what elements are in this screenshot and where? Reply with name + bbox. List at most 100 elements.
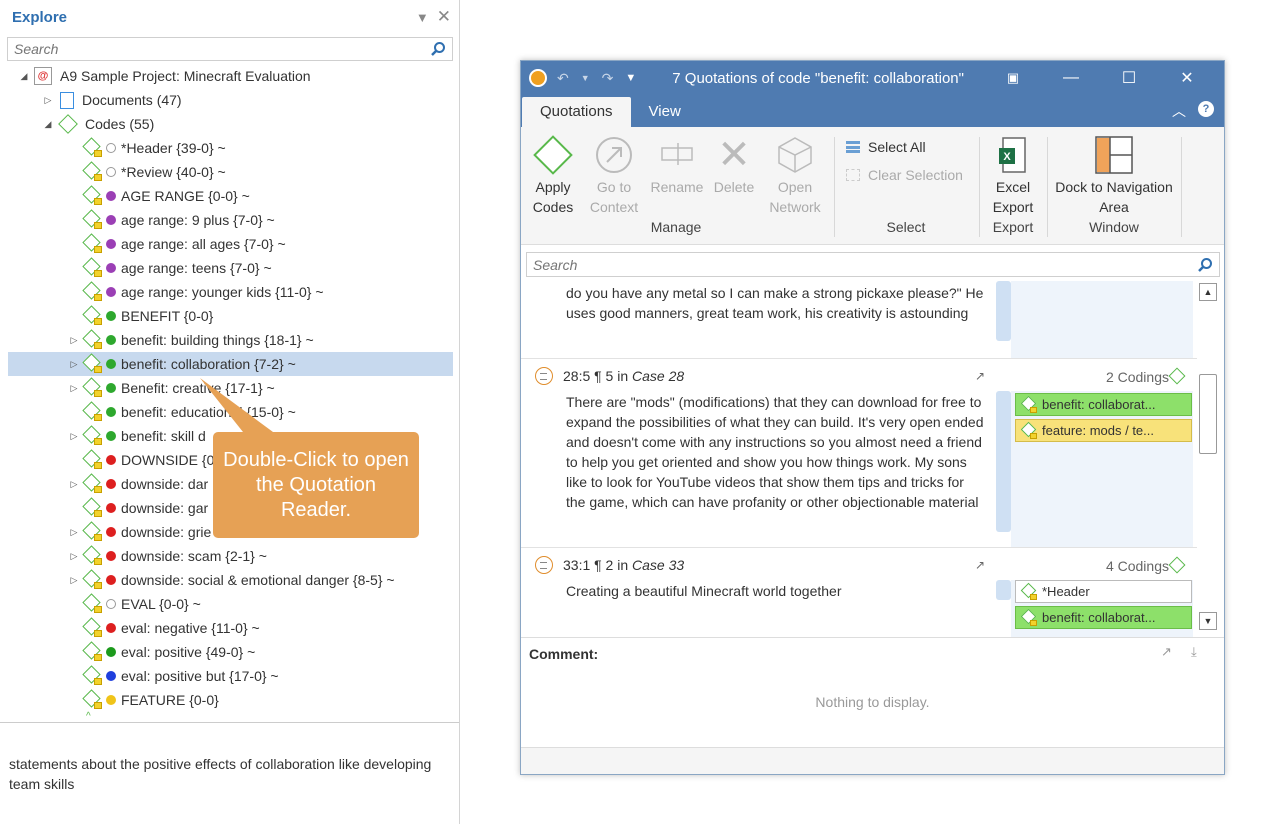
tree-code-item[interactable]: *Review {40-0} ~ [8, 160, 453, 184]
undo-icon[interactable]: ↶ [557, 70, 569, 87]
tree-code-item[interactable]: eval: positive but {17-0} ~ [8, 664, 453, 688]
open-quotation-icon[interactable]: ↗ [975, 369, 985, 383]
tree-code-item[interactable]: ▷ benefit: building things {18-1} ~ [8, 328, 453, 352]
tree-project[interactable]: ◢ @ A9 Sample Project: Minecraft Evaluat… [8, 64, 453, 88]
expand-icon[interactable]: ▷ [68, 359, 80, 370]
export-group-label: Export [992, 219, 1034, 235]
quotation-search-box[interactable] [526, 252, 1220, 277]
tree-code-item[interactable]: eval: positive {49-0} ~ [8, 640, 453, 664]
manage-group-label: Manage [650, 219, 702, 235]
expand-icon[interactable]: ▷ [68, 431, 80, 442]
scroll-up-icon[interactable]: ^ [86, 711, 91, 722]
tree-code-item[interactable]: EVAL {0-0} ~ [8, 592, 453, 616]
tree-code-item[interactable]: ▷ downside: scam {2-1} ~ [8, 544, 453, 568]
dock-button[interactable]: Dock to Navigation Area [1055, 133, 1173, 217]
tree-code-item[interactable]: *Header {39-0} ~ [8, 136, 453, 160]
expand-icon[interactable]: ▷ [68, 527, 80, 538]
tab-view[interactable]: View [631, 97, 699, 127]
tree-code-item[interactable]: age range: teens {7-0} ~ [8, 256, 453, 280]
excel-export-button[interactable]: X Excel Export [987, 133, 1039, 217]
code-color-dot [106, 599, 116, 609]
code-chip[interactable]: *Header [1015, 580, 1192, 603]
code-icon [80, 232, 104, 256]
apply-codes-button[interactable]: Apply Codes [527, 133, 579, 217]
tree-codes[interactable]: ◢ Codes (55) [8, 112, 453, 136]
explore-search-input[interactable] [14, 41, 430, 57]
code-icon [80, 328, 104, 352]
tree-code-item[interactable]: ▷ benefit: collaboration {7-2} ~ [8, 352, 453, 376]
code-icon [80, 544, 104, 568]
code-icon [1020, 394, 1042, 416]
minimize-icon[interactable]: — [1042, 69, 1100, 87]
delete-button[interactable]: ✕ Delete [709, 133, 759, 197]
help-icon[interactable]: ? [1198, 101, 1214, 117]
code-icon [80, 616, 104, 640]
expand-icon[interactable]: ▷ [68, 575, 80, 586]
undo-dropdown-icon[interactable]: ▼ [581, 73, 590, 83]
maximize-icon[interactable]: ☐ [1100, 68, 1158, 88]
scroll-up-icon[interactable]: ▲ [1199, 283, 1217, 301]
search-icon[interactable] [430, 41, 446, 57]
quotation-scrollbar[interactable]: ▲ ▼ [1197, 281, 1219, 637]
search-icon[interactable] [1197, 257, 1213, 273]
code-chip[interactable]: feature: mods / te... [1015, 419, 1192, 442]
collapse-icon[interactable]: ◢ [42, 119, 54, 130]
quotation-card[interactable]: 33:1 ¶ 2 in Case 33 ↗ Creating a beautif… [521, 548, 1197, 637]
tree-code-item[interactable]: BENEFIT {0-0} [8, 304, 453, 328]
save-comment-icon[interactable]: ⤓ [1191, 644, 1207, 660]
expand-icon[interactable]: ▷ [68, 383, 80, 394]
code-color-dot [106, 191, 116, 201]
scroll-down-icon[interactable]: ▼ [1199, 612, 1217, 630]
restore-layout-icon[interactable]: ▣ [984, 70, 1042, 86]
quotation-search-input[interactable] [533, 256, 1197, 273]
tree-code-item[interactable]: FEATURE {0-0} [8, 688, 453, 712]
edit-comment-icon[interactable]: ↗ [1161, 644, 1177, 660]
rename-button[interactable]: Rename [649, 133, 705, 197]
tree-code-item[interactable]: age range: younger kids {11-0} ~ [8, 280, 453, 304]
code-chip[interactable]: benefit: collaborat... [1015, 606, 1192, 629]
tree-code-item[interactable]: AGE RANGE {0-0} ~ [8, 184, 453, 208]
tree-code-item[interactable]: age range: all ages {7-0} ~ [8, 232, 453, 256]
go-to-context-button[interactable]: Go to Context [587, 133, 641, 217]
expand-icon[interactable]: ▷ [68, 479, 80, 490]
tab-quotations[interactable]: Quotations [522, 97, 631, 127]
code-label: *Review {40-0} ~ [121, 164, 226, 180]
expand-icon[interactable]: ▷ [42, 95, 54, 106]
scroll-thumb[interactable] [1199, 374, 1217, 454]
tree-code-item[interactable]: eval: negative {11-0} ~ [8, 616, 453, 640]
redo-icon[interactable]: ↷ [602, 70, 614, 87]
tree-code-item[interactable]: ▷ downside: social & emotional danger {8-… [8, 568, 453, 592]
add-code-icon[interactable] [1168, 367, 1186, 385]
documents-label: Documents (47) [82, 92, 182, 108]
quotation-card[interactable]: 28:5 ¶ 5 in Case 28 ↗ There are "mods" (… [521, 359, 1197, 548]
tree-code-item[interactable]: age range: 9 plus {7-0} ~ [8, 208, 453, 232]
window-titlebar[interactable]: ↶ ▼ ↷ ▼ 7 Quotations of code "benefit: c… [521, 61, 1224, 95]
panel-menu-icon[interactable]: ▼ [416, 10, 429, 25]
code-color-dot [106, 527, 116, 537]
explore-search-box[interactable] [7, 37, 453, 61]
quick-access-menu-icon[interactable]: ▼ [625, 72, 636, 84]
open-quotation-icon[interactable]: ↗ [975, 558, 985, 572]
clear-selection-button[interactable]: Clear Selection [846, 167, 963, 183]
code-label: EVAL {0-0} ~ [121, 596, 201, 612]
collapse-icon[interactable]: ◢ [18, 71, 30, 82]
explore-header: Explore ▼ ✕ [0, 0, 459, 34]
collapse-ribbon-icon[interactable]: ︿ [1172, 101, 1186, 121]
tree-documents[interactable]: ▷ Documents (47) [8, 88, 453, 112]
expand-icon[interactable]: ▷ [68, 551, 80, 562]
open-network-button[interactable]: Open Network [765, 133, 825, 217]
code-color-dot [106, 551, 116, 561]
close-icon[interactable]: ✕ [1158, 68, 1216, 88]
code-color-dot [106, 695, 116, 705]
code-icon [80, 424, 104, 448]
close-icon[interactable]: ✕ [437, 7, 451, 27]
add-code-icon[interactable] [1168, 556, 1186, 574]
code-chip[interactable]: benefit: collaborat... [1015, 393, 1192, 416]
expand-icon[interactable]: ▷ [68, 335, 80, 346]
code-label: downside: scam {2-1} ~ [121, 548, 267, 564]
code-color-dot [106, 503, 116, 513]
quotation-case: Case 28 [632, 368, 685, 384]
select-all-button[interactable]: Select All [846, 139, 926, 155]
quotation-card[interactable]: do you have any metal so I can make a st… [521, 281, 1197, 359]
code-color-dot [106, 407, 116, 417]
